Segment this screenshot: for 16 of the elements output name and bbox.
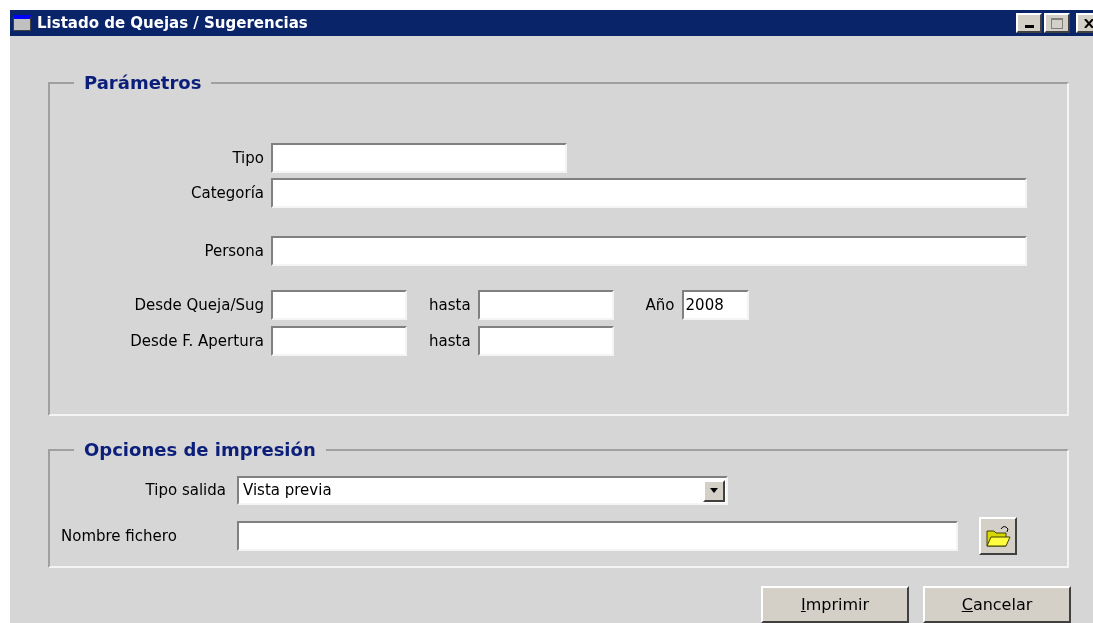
field-label: hasta xyxy=(429,294,471,316)
field-label: hasta xyxy=(429,330,471,352)
dropdown[interactable]: Vista previa xyxy=(237,476,728,505)
field-label: Desde F. Apertura xyxy=(129,330,264,352)
field-label: Tipo xyxy=(231,147,264,169)
field-label: Desde Queja/Sug xyxy=(133,294,264,316)
field-label: Nombre fichero xyxy=(60,525,178,547)
field-label: Año xyxy=(645,294,675,316)
dialog-button[interactable]: Imprimir xyxy=(761,586,909,623)
field-label: Persona xyxy=(203,240,264,262)
input-field[interactable]: 2008 xyxy=(681,290,749,320)
field-label: Categoría xyxy=(190,182,264,204)
group-title: Opciones de impresión xyxy=(74,438,326,462)
window-title: Listado de Quejas / Sugerencias xyxy=(37,12,308,34)
field-label: Tipo salida xyxy=(144,480,227,502)
dialog-button[interactable]: Cancelar xyxy=(923,586,1071,623)
